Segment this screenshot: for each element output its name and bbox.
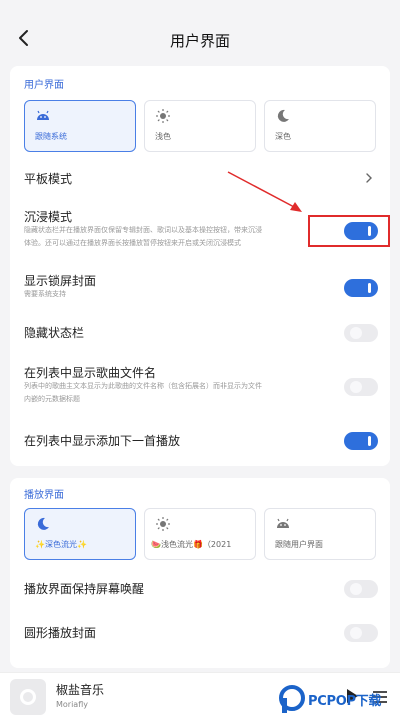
hide-statusbar-switch[interactable]	[344, 324, 378, 342]
android-icon	[37, 110, 49, 120]
theme-option-label: 深色	[275, 132, 291, 141]
theme-option-light[interactable]: 浅色	[144, 100, 256, 152]
lockscreen-cover-title: 显示锁屏封面	[24, 274, 97, 288]
sun-icon	[156, 517, 170, 531]
theme-option-label: 跟随系统	[35, 132, 67, 141]
theme-option-label: ✨深色流光✨	[35, 540, 87, 549]
switch-knob	[368, 283, 371, 293]
theme-option-label: 浅色	[155, 132, 171, 141]
chevron-right-icon	[366, 173, 372, 183]
round-cover-switch[interactable]	[344, 624, 378, 642]
player-theme-dark-flow[interactable]: ✨深色流光✨	[24, 508, 136, 560]
show-filename-title: 在列表中显示歌曲文件名	[24, 366, 157, 380]
page-title: 用户界面	[169, 32, 230, 50]
show-add-next-title: 在列表中显示添加下一首播放	[24, 434, 181, 448]
tablet-mode-title: 平板模式	[24, 172, 73, 186]
theme-option-dark[interactable]: 深色	[264, 100, 376, 152]
switch-knob	[350, 381, 362, 393]
show-add-next-switch[interactable]	[344, 432, 378, 450]
watermark: PCPOP下载	[278, 682, 398, 716]
theme-option-label: 跟随用户界面	[275, 540, 323, 549]
immersive-mode-desc: 隐藏状态栏并在播放界面仅保留专辑封面、歌词以及基本操控按钮，带来沉浸 体验。还可…	[24, 226, 262, 247]
moon-icon	[37, 517, 49, 530]
theme-option-follow-system[interactable]: 跟随系统	[24, 100, 136, 152]
keep-screen-on-row: 播放界面保持屏幕唤醒	[10, 576, 390, 602]
hide-statusbar-title: 隐藏状态栏	[24, 326, 85, 340]
show-filename-desc: 列表中的歌曲主文本显示为此歌曲的文件名称（包含拓展名）而非显示为文件 内嵌的元数…	[24, 382, 262, 403]
section-label-player: 播放界面	[24, 490, 64, 501]
song-artist: Moriafly	[56, 700, 88, 709]
round-cover-row: 圆形播放封面	[10, 620, 390, 646]
watermark-text: PCPOP下载	[308, 694, 382, 709]
section-label-ui: 用户界面	[24, 80, 64, 91]
show-filename-switch[interactable]	[344, 378, 378, 396]
immersive-mode-title: 沉浸模式	[24, 210, 73, 224]
hide-statusbar-row: 隐藏状态栏	[10, 320, 390, 346]
tablet-mode-row[interactable]: 平板模式	[10, 164, 390, 192]
switch-knob	[350, 627, 362, 639]
moon-icon	[277, 109, 289, 122]
round-cover-title: 圆形播放封面	[24, 626, 97, 640]
show-add-next-row: 在列表中显示添加下一首播放	[10, 428, 390, 454]
show-filename-row: 在列表中显示歌曲文件名 列表中的歌曲主文本显示为此歌曲的文件名称（包含拓展名）而…	[10, 362, 390, 412]
android-icon	[277, 518, 289, 528]
keep-screen-on-title: 播放界面保持屏幕唤醒	[24, 582, 145, 596]
lockscreen-cover-row: 显示锁屏封面 需要系统支持	[10, 270, 390, 306]
switch-knob	[350, 327, 362, 339]
switch-knob	[368, 436, 371, 446]
album-art[interactable]	[10, 679, 46, 715]
disc-icon	[20, 689, 36, 705]
lockscreen-cover-switch[interactable]	[344, 279, 378, 297]
sun-icon	[156, 109, 170, 123]
annotation-highlight-box	[308, 215, 390, 247]
player-theme-light-flow[interactable]: 🍉浅色流光🎁（2021	[144, 508, 256, 560]
switch-knob	[350, 583, 362, 595]
player-theme-follow-ui[interactable]: 跟随用户界面	[264, 508, 376, 560]
player-settings-card: 播放界面 ✨深色流光✨ 🍉浅色流光🎁（2021 跟随用户界面 播放界面保持屏幕唤…	[10, 478, 390, 668]
ui-settings-card: 用户界面 跟随系统 浅色 深色 平板模式 沉浸模式 隐藏状态栏并在播放界面仅保留…	[10, 66, 390, 466]
theme-option-label: 🍉浅色流光🎁（2021	[151, 540, 232, 549]
watermark-logo-icon	[279, 685, 305, 713]
lockscreen-cover-desc: 需要系统支持	[24, 290, 66, 298]
keep-screen-on-switch[interactable]	[344, 580, 378, 598]
song-title: 椒盐音乐	[56, 683, 105, 697]
